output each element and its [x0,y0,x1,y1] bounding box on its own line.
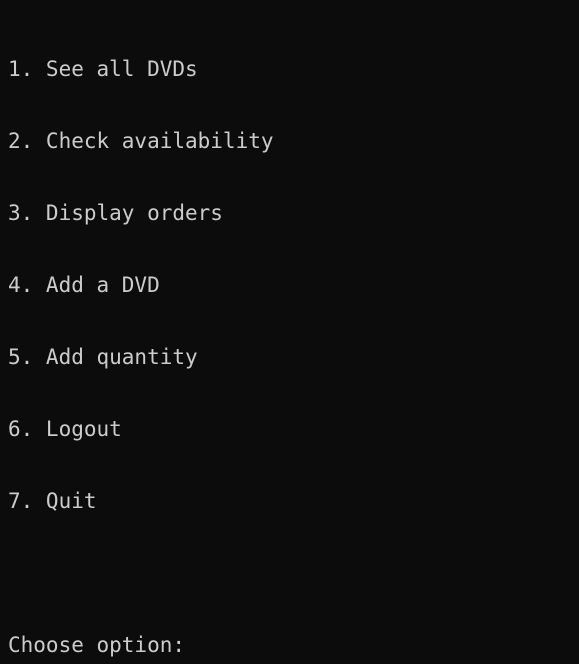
prompt-line[interactable]: Choose option: [8,633,579,657]
choose-option-prompt: Choose option: [8,633,186,657]
menu-item-check-availability: 2. Check availability [8,129,274,153]
menu-item-display-orders: 3. Display orders [8,201,223,225]
console-window[interactable]: 1. See all DVDs 2. Check availability 3.… [0,0,579,657]
menu-item-add-quantity: 5. Add quantity [8,345,198,369]
menu-item-add-dvd: 4. Add a DVD [8,273,160,297]
menu-item-see-all-dvds: 1. See all DVDs [8,57,198,81]
menu-item-quit: 7. Quit [8,489,97,513]
menu-item-logout: 6. Logout [8,417,122,441]
